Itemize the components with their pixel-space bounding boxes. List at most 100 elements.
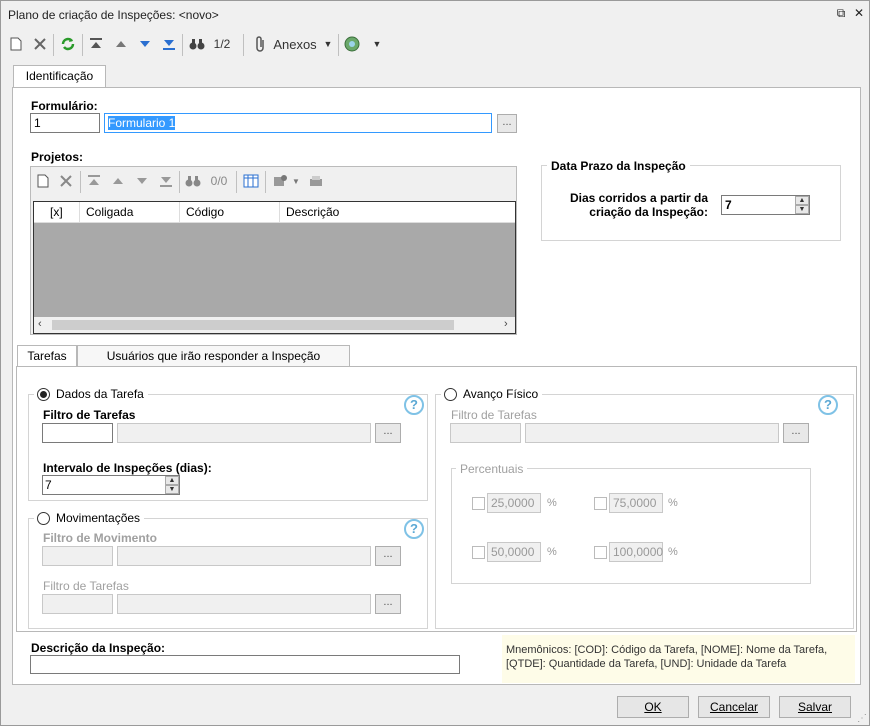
projetos-delete-icon[interactable] — [57, 171, 75, 191]
mov-filtro-tarefas-name-field — [117, 594, 371, 614]
percentuais-group — [451, 468, 811, 584]
tab-identificacao[interactable]: Identificação — [13, 65, 106, 88]
percent-50-unit: % — [547, 546, 557, 558]
percentuais-title: Percentuais — [456, 462, 528, 476]
avanco-filtro-lookup-button[interactable]: ... — [783, 423, 809, 443]
dados-tarefa-label: Dados da Tarefa — [56, 387, 144, 401]
formulario-code-field[interactable]: 1 — [30, 113, 100, 133]
column-header-descricao[interactable]: Descrição — [280, 202, 515, 222]
movimentacoes-label: Movimentações — [56, 511, 141, 525]
movimentacoes-radio-row[interactable]: Movimentações — [34, 511, 145, 525]
mov-filtro-tarefas-lookup-button[interactable]: ... — [375, 594, 401, 614]
column-header-select[interactable]: [x] — [34, 202, 80, 222]
intervalo-spin-down-icon[interactable]: ▼ — [165, 485, 179, 494]
scrollbar-thumb[interactable] — [52, 320, 454, 330]
avanco-filtro-code-field — [450, 423, 521, 443]
percent-75-field: 75,0000 — [609, 493, 663, 513]
projetos-previous-icon[interactable] — [109, 171, 127, 191]
projetos-print-icon[interactable] — [307, 171, 325, 191]
close-icon[interactable]: ✕ — [852, 6, 866, 20]
find-icon[interactable] — [187, 34, 207, 54]
intervalo-spinner[interactable]: 7 ▲ ▼ — [42, 475, 180, 495]
filtro-movimento-code-field — [42, 546, 113, 566]
cancel-button[interactable]: Cancelar — [698, 696, 770, 718]
percent-75-unit: % — [668, 497, 678, 509]
projetos-new-icon[interactable] — [34, 171, 52, 191]
formulario-lookup-button[interactable]: ... — [497, 114, 517, 133]
descricao-field[interactable] — [30, 655, 460, 674]
projetos-process-icon[interactable] — [271, 171, 289, 191]
window-title: Plano de criação de Inspeções: <novo> — [8, 8, 219, 22]
prazo-days-spinner[interactable]: 7 ▲ ▼ — [721, 195, 810, 215]
avanco-fisico-radio-row[interactable]: Avanço Físico — [441, 387, 543, 401]
paperclip-icon[interactable] — [252, 34, 270, 54]
percent-100-unit: % — [668, 546, 678, 558]
previous-record-icon[interactable] — [112, 34, 130, 54]
prazo-group-title: Data Prazo da Inspeção — [547, 159, 690, 173]
dialog-window: Plano de criação de Inspeções: <novo> ⧉ … — [0, 0, 870, 726]
globe-icon[interactable] — [342, 34, 362, 54]
mnemonics-hint: Mnemônicos: [COD]: Código da Tarefa, [NO… — [502, 635, 855, 683]
save-button[interactable]: Salvar — [779, 696, 851, 718]
filtro-tarefas-name-field — [117, 423, 371, 443]
dados-tarefa-help-icon[interactable]: ? — [404, 395, 424, 415]
main-toolbar: 1/2 Anexos ▼ ▼ — [2, 29, 868, 59]
spin-down-icon[interactable]: ▼ — [795, 205, 809, 214]
filtro-tarefas-code-field[interactable] — [42, 423, 113, 443]
intervalo-spin-up-icon[interactable]: ▲ — [165, 476, 179, 485]
projetos-find-icon[interactable] — [183, 171, 203, 191]
percent-25-checkbox[interactable] — [472, 497, 485, 510]
avanco-filtro-name-field — [525, 423, 779, 443]
projetos-grid-header: [x] Coligada Código Descrição — [34, 202, 515, 223]
projetos-grid-view-icon[interactable] — [241, 171, 261, 191]
projetos-next-icon[interactable] — [133, 171, 151, 191]
mnemonics-line2: [QTDE]: Quantidade da Tarefa, [UND]: Uni… — [506, 658, 787, 670]
projetos-horizontal-scrollbar[interactable]: ‹ › — [34, 317, 515, 333]
spin-up-icon[interactable]: ▲ — [795, 196, 809, 205]
ok-button[interactable]: OK — [617, 696, 689, 718]
first-record-icon[interactable] — [87, 34, 105, 54]
avanco-fisico-help-icon[interactable]: ? — [818, 395, 838, 415]
attachments-button[interactable]: Anexos — [272, 34, 318, 54]
filtro-movimento-lookup-button[interactable]: ... — [375, 546, 401, 566]
filtro-tarefas-lookup-button[interactable]: ... — [375, 423, 401, 443]
filtro-tarefas-label: Filtro de Tarefas — [43, 408, 136, 422]
globe-dropdown-icon[interactable]: ▼ — [371, 34, 383, 54]
percent-50-checkbox[interactable] — [472, 546, 485, 559]
percent-75-checkbox[interactable] — [594, 497, 607, 510]
mnemonics-line1: Mnemônicos: [COD]: Código da Tarefa, [NO… — [506, 644, 828, 656]
attachments-dropdown-icon[interactable]: ▼ — [322, 34, 334, 54]
projetos-last-icon[interactable] — [157, 171, 175, 191]
last-record-icon[interactable] — [160, 34, 178, 54]
percent-25-unit: % — [547, 497, 557, 509]
column-header-coligada[interactable]: Coligada — [80, 202, 180, 222]
tab-usuarios[interactable]: Usuários que irão responder a Inspeção — [77, 345, 350, 367]
resize-grip-icon[interactable]: ⋰ — [857, 713, 867, 724]
movimentacoes-help-icon[interactable]: ? — [404, 519, 424, 539]
percent-100-checkbox[interactable] — [594, 546, 607, 559]
descricao-label: Descrição da Inspeção: — [31, 641, 166, 655]
dados-tarefa-radio-row[interactable]: Dados da Tarefa — [34, 387, 148, 401]
filtro-movimento-label: Filtro de Movimento — [43, 531, 157, 545]
prazo-label-line1: Dias corridos a partir da — [569, 191, 708, 205]
formulario-name-field[interactable]: Formulario 1 — [104, 113, 492, 133]
restore-icon[interactable]: ⧉ — [834, 6, 848, 20]
avanco-fisico-radio[interactable] — [444, 388, 457, 401]
column-header-codigo[interactable]: Código — [180, 202, 280, 222]
dados-tarefa-radio[interactable] — [37, 388, 50, 401]
projetos-first-icon[interactable] — [85, 171, 103, 191]
tab-tarefas[interactable]: Tarefas — [17, 345, 77, 367]
projetos-label: Projetos: — [31, 150, 84, 164]
movimentacoes-radio[interactable] — [37, 512, 50, 525]
title-bar: Plano de criação de Inspeções: <novo> ⧉ … — [1, 1, 869, 28]
scroll-right-icon[interactable]: › — [504, 318, 508, 330]
prazo-days-value: 7 — [725, 198, 732, 212]
scroll-left-icon[interactable]: ‹ — [38, 318, 42, 330]
next-record-icon[interactable] — [136, 34, 154, 54]
new-record-icon[interactable] — [7, 34, 25, 54]
refresh-icon[interactable] — [58, 34, 78, 54]
delete-icon[interactable] — [31, 34, 49, 54]
projetos-process-dropdown-icon[interactable]: ▼ — [290, 171, 302, 191]
mov-filtro-tarefas-label: Filtro de Tarefas — [43, 579, 129, 593]
percent-25-field: 25,0000 — [487, 493, 541, 513]
